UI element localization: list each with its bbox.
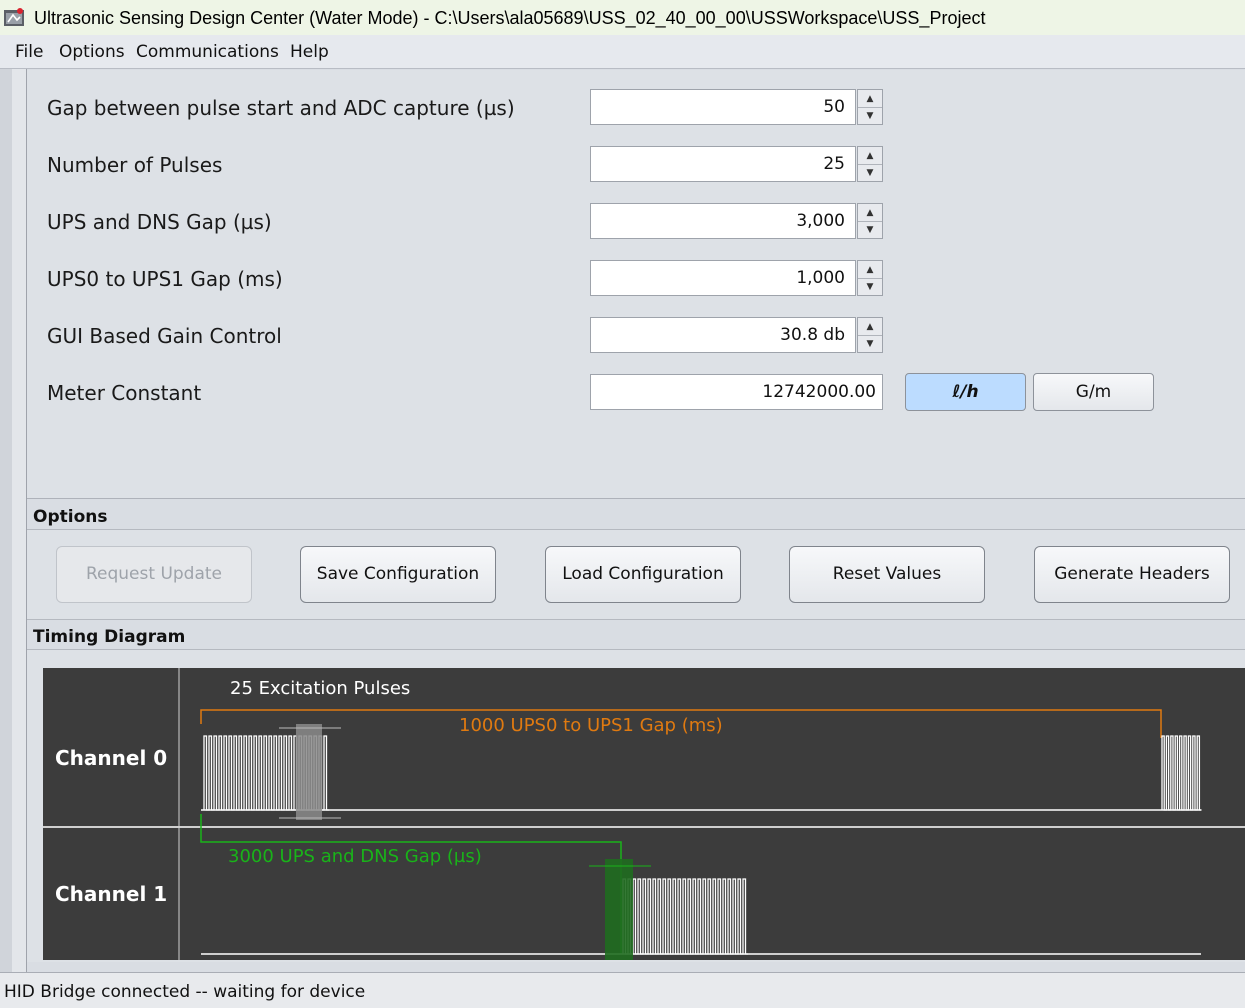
ups0-ups1-gap-spinner[interactable]: ▲ ▼ (857, 260, 883, 296)
channel0-adc-window (296, 724, 322, 820)
spin-down-icon[interactable]: ▼ (858, 221, 882, 238)
timing-diagram: Channel 0 Channel 1 25 Excitation Pulses… (43, 668, 1245, 960)
options-title: Options (33, 507, 108, 527)
menu-help-label: Help (290, 42, 329, 62)
window-title: Ultrasonic Sensing Design Center (Water … (34, 8, 986, 28)
app-icon (4, 8, 24, 26)
timing-diagram-svg (43, 668, 1245, 960)
ups0-ups1-gap-label: UPS0 to UPS1 Gap (ms) (47, 267, 283, 291)
unit-gm-button[interactable]: G/m (1033, 373, 1154, 411)
gap-adc-label: Gap between pulse start and ADC capture … (47, 96, 515, 120)
ups-gap-label: 1000 UPS0 to UPS1 Gap (ms) (459, 715, 723, 736)
timing-diagram-title: Timing Diagram (33, 627, 186, 647)
unit-lh-button[interactable]: ℓ/h (905, 373, 1026, 411)
gain-spinner[interactable]: ▲ ▼ (857, 317, 883, 353)
menu-file-label: File (15, 42, 44, 62)
channel0-label: Channel 0 (55, 746, 168, 770)
gain-label: GUI Based Gain Control (47, 324, 282, 348)
num-pulses-spinner[interactable]: ▲ ▼ (857, 146, 883, 182)
channel1-adc-window (605, 859, 633, 960)
dns-gap-label: 3000 UPS and DNS Gap (µs) (228, 846, 482, 867)
ups0-ups1-gap-field[interactable]: 1,000 (590, 260, 856, 296)
load-configuration-button[interactable]: Load Configuration (545, 546, 741, 603)
dns-gap-bracket (200, 814, 622, 954)
save-configuration-button[interactable]: Save Configuration (300, 546, 496, 603)
ups-dns-gap-field[interactable]: 3,000 (590, 203, 856, 239)
menu-communications[interactable]: Communications (136, 42, 279, 62)
menu-communications-label: Communications (136, 42, 279, 62)
status-text: HID Bridge connected -- waiting for devi… (4, 982, 366, 1002)
ups-dns-gap-spinner[interactable]: ▲ ▼ (857, 203, 883, 239)
generate-headers-button[interactable]: Generate Headers (1034, 546, 1230, 603)
menu-help[interactable]: Help (290, 42, 329, 62)
menu-options-label: Options (59, 42, 125, 62)
num-pulses-label: Number of Pulses (47, 153, 223, 177)
spin-down-icon[interactable]: ▼ (858, 107, 882, 124)
num-pulses-field[interactable]: 25 (590, 146, 856, 182)
spin-up-icon[interactable]: ▲ (858, 147, 882, 165)
request-update-button[interactable]: Request Update (56, 546, 252, 603)
menu-file[interactable]: File (15, 42, 43, 62)
spin-up-icon[interactable]: ▲ (858, 90, 882, 108)
channel1-pulse-train (622, 878, 748, 955)
menu-options[interactable]: Options (59, 42, 125, 62)
gap-adc-field[interactable]: 50 (590, 89, 856, 125)
channel0-pulse-train-2 (1161, 735, 1202, 811)
reset-values-button[interactable]: Reset Values (789, 546, 985, 603)
meter-constant-field[interactable]: 12742000.00 (590, 374, 883, 410)
ups-dns-gap-label: UPS and DNS Gap (µs) (47, 210, 272, 234)
gain-field[interactable]: 30.8 db (590, 317, 856, 353)
spin-up-icon[interactable]: ▲ (858, 204, 882, 222)
meter-constant-label: Meter Constant (47, 381, 202, 405)
spin-down-icon[interactable]: ▼ (858, 164, 882, 181)
excitation-pulses-label: 25 Excitation Pulses (230, 678, 411, 699)
spin-up-icon[interactable]: ▲ (858, 261, 882, 279)
gap-adc-spinner[interactable]: ▲ ▼ (857, 89, 883, 125)
left-gutter-inner (12, 69, 27, 972)
spin-down-icon[interactable]: ▼ (858, 278, 882, 295)
channel1-label: Channel 1 (55, 882, 168, 906)
spin-down-icon[interactable]: ▼ (858, 335, 882, 352)
spin-up-icon[interactable]: ▲ (858, 318, 882, 336)
